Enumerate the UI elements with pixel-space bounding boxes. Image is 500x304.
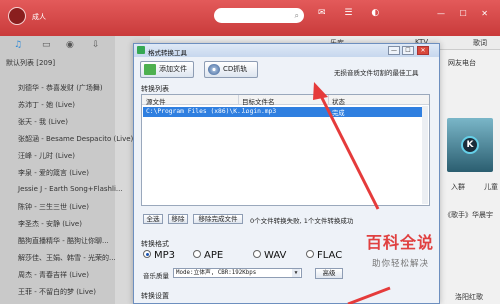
status-cell: 完成: [332, 110, 345, 117]
conversion-status: 0个文件转换失败, 1个文件转换成功: [250, 217, 354, 225]
song-item[interactable]: 李泉 - 爱的箴言 (Live): [18, 168, 89, 178]
user-avatar[interactable]: [8, 7, 26, 25]
chevron-down-icon[interactable]: ▼: [292, 269, 300, 277]
format-option-wav[interactable]: WAV: [253, 250, 286, 261]
add-file-button[interactable]: 添加文件: [140, 61, 194, 78]
song-item[interactable]: 张韶涵 - Besame Despacito (Live): [18, 134, 133, 144]
player-header: 成人 ⌕ ✉ ☰ ◐ — ☐ ✕: [0, 0, 500, 36]
dialog-titlebar[interactable]: 格式转换工具 — ☐ ✕: [134, 44, 439, 57]
select-all-button[interactable]: 全选: [143, 214, 163, 224]
top-toolbar-icons[interactable]: ✉ ☰ ◐: [318, 8, 387, 18]
player-search-input[interactable]: ⌕: [214, 8, 304, 23]
cd-rip-button[interactable]: CD抓轨: [204, 61, 258, 78]
song-item[interactable]: 李圣杰 - 安静 (Live): [18, 219, 82, 229]
watermark-tagline: 助你轻松解决: [372, 259, 430, 269]
conversion-list[interactable]: 源文件 目标文件名 状态 C:\Program Files (x86)\K...…: [141, 94, 430, 206]
k-logo-icon: K: [461, 136, 479, 154]
remove-completed-button[interactable]: 移除完成文件: [193, 214, 243, 224]
advanced-button[interactable]: 高级: [315, 268, 343, 279]
remove-button[interactable]: 移除: [168, 214, 188, 224]
format-option-mp3[interactable]: MP3: [143, 250, 175, 261]
window-controls-icon[interactable]: — ☐ ✕: [437, 9, 494, 18]
settings-section-label: 转换设置: [141, 292, 169, 300]
sidebar-icons: ♫ ▭ ◉ ⇩: [0, 36, 115, 56]
column-header[interactable]: 目标文件名: [242, 96, 275, 106]
download-icon[interactable]: ⇩: [92, 40, 100, 50]
song-item[interactable]: 汪峰 - 儿时 (Live): [18, 151, 75, 161]
ktv-tile[interactable]: K: [447, 118, 493, 172]
source-cell: C:\Program Files (x86)\K...: [146, 108, 249, 115]
song-item[interactable]: 张天 - 我 (Live): [18, 117, 68, 127]
music-note-icon[interactable]: ♫: [14, 40, 22, 50]
nav-tab-lyrics[interactable]: 歌词: [473, 38, 487, 48]
right-panel-text[interactable]: 入群: [451, 182, 465, 192]
list-scrollbar[interactable]: [422, 106, 428, 204]
radio-selected-icon[interactable]: [143, 250, 151, 258]
add-file-icon: [144, 64, 156, 75]
player-sidebar: ♫ ▭ ◉ ⇩ 默认列表 [209] 刘德华 - 恭喜发财 (广场舞) 苏沛丁 …: [0, 36, 133, 304]
list-header: 源文件 目标文件名 状态: [142, 95, 429, 106]
right-panel-text[interactable]: 儿童: [484, 182, 498, 192]
right-panel-text[interactable]: 洛阳红歌: [455, 292, 483, 302]
song-item[interactable]: 陈钟 - 三生三世 (Live): [18, 202, 89, 212]
playlist-title[interactable]: 默认列表 [209]: [6, 58, 55, 68]
song-item[interactable]: Jessie J - Earth Song+Flashli...: [18, 185, 123, 193]
song-item[interactable]: 酷狗直播精华 - 酷狗让你聊...: [18, 236, 109, 246]
user-name[interactable]: 成人: [32, 12, 46, 22]
song-item[interactable]: 解莎佳、王娟、韩雪 - 光荣的...: [18, 253, 116, 263]
format-option-ape[interactable]: APE: [193, 250, 223, 261]
format-section-label: 转换格式: [141, 240, 169, 248]
watermark-logo: 百科全说: [366, 233, 435, 252]
search-icon[interactable]: ⌕: [295, 11, 299, 21]
song-item[interactable]: 周杰 - 青春吉祥 (Live): [18, 270, 89, 280]
cd-icon: [208, 64, 220, 75]
table-row[interactable]: C:\Program Files (x86)\K... login.mp3 完成: [143, 107, 427, 117]
quality-label: 音乐质量: [143, 272, 169, 280]
target-cell: login.mp3: [242, 108, 277, 115]
minimize-button[interactable]: —: [388, 46, 400, 55]
format-option-flac[interactable]: FLAC: [306, 250, 342, 261]
cd-rip-label: CD抓轨: [223, 65, 248, 73]
song-item[interactable]: 苏沛丁 - 她 (Live): [18, 100, 75, 110]
maximize-button[interactable]: ☐: [402, 46, 414, 55]
radio-icon[interactable]: [193, 250, 201, 258]
right-panel-text[interactable]: 《歌手》华晨宇: [444, 210, 493, 220]
radio-icon[interactable]: ◉: [66, 40, 74, 50]
dialog-title: 格式转换工具: [148, 49, 187, 57]
radio-icon[interactable]: [306, 250, 314, 258]
tagline: 无损音质文件切割的最佳工具: [334, 69, 419, 77]
quality-select[interactable]: Mode:立体声, CBR:192Kbps ▼: [173, 268, 302, 278]
add-file-label: 添加文件: [159, 65, 187, 73]
column-header[interactable]: 状态: [332, 96, 345, 106]
song-item[interactable]: 刘德华 - 恭喜发财 (广场舞): [18, 83, 103, 93]
radio-icon[interactable]: [253, 250, 261, 258]
close-button[interactable]: ✕: [417, 46, 429, 55]
column-header[interactable]: 源文件: [146, 96, 166, 106]
song-item[interactable]: 王菲 - 不留白的梦 (Live): [18, 287, 96, 297]
player-right-panel: [440, 50, 500, 304]
conversion-list-label: 转换列表: [141, 85, 169, 93]
quality-value: Mode:立体声, CBR:192Kbps: [176, 270, 257, 276]
app-icon: [137, 46, 145, 54]
right-panel-text[interactable]: 网友电台: [448, 58, 476, 68]
computer-icon[interactable]: ▭: [42, 40, 51, 50]
